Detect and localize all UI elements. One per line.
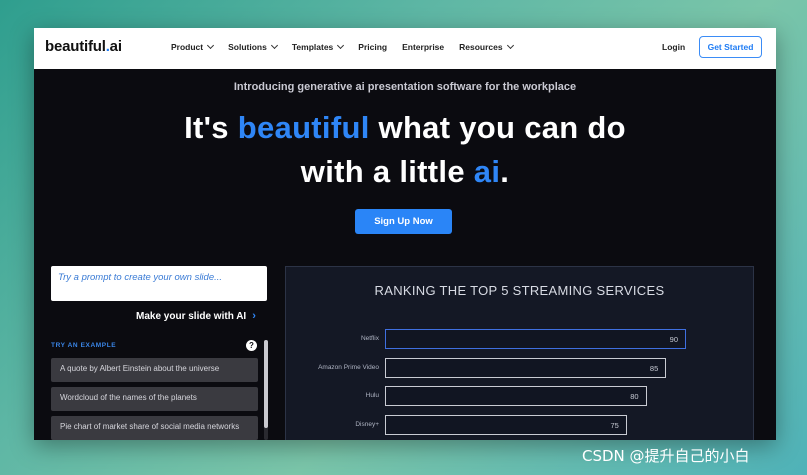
nav-item-pricing[interactable]: Pricing (358, 42, 387, 52)
bar: 90 (385, 329, 686, 349)
help-icon[interactable]: ? (246, 340, 257, 351)
slide-preview: RANKING THE TOP 5 STREAMING SERVICES Net… (285, 266, 754, 440)
hero-subtitle: Introducing generative ai presentation s… (233, 81, 577, 93)
bar: 75 (385, 414, 627, 435)
browser-window: beautiful.ai Product Solutions Templates… (34, 28, 776, 440)
example-item[interactable]: Wordcloud of the names of the planets (51, 387, 258, 411)
sign-up-button[interactable]: Sign Up Now (355, 209, 452, 234)
login-link[interactable]: Login (662, 42, 685, 52)
example-item[interactable]: Pie chart of market share of social medi… (51, 416, 258, 440)
prompt-placeholder: Try a prompt to create your own slide... (58, 272, 223, 283)
watermark: CSDN @提升自己的小白 (582, 447, 750, 465)
scrollbar-thumb[interactable] (264, 340, 268, 428)
chart-title: RANKING THE TOP 5 STREAMING SERVICES (374, 283, 665, 298)
chevron-down-icon (270, 41, 278, 50)
chevron-right-icon: › (252, 310, 256, 322)
nav-item-enterprise[interactable]: Enterprise (402, 42, 444, 52)
chevron-down-icon (506, 41, 514, 50)
bar-label: Disney+ (355, 420, 379, 428)
make-slide-button[interactable]: Make your slide with AI › (136, 310, 256, 322)
top-navbar: beautiful.ai Product Solutions Templates… (34, 28, 776, 69)
bar-label: Hulu (365, 392, 379, 399)
logo[interactable]: beautiful.ai (45, 38, 122, 55)
chevron-down-icon (337, 41, 345, 50)
get-started-button[interactable]: Get Started (699, 36, 762, 58)
chevron-down-icon (207, 41, 215, 50)
bar-value-label: 85 (649, 363, 659, 373)
bar-label: Amazon Prime Video (318, 363, 379, 371)
try-example-label: TRY AN EXAMPLE (51, 342, 117, 349)
bar-value-label: 90 (669, 335, 678, 344)
example-item[interactable]: A quote by Albert Einstein about the uni… (51, 358, 258, 382)
bar-value-label: 80 (630, 392, 639, 401)
bar-label: Netflix (360, 335, 379, 342)
bar: 85 (385, 357, 667, 378)
nav-item-product[interactable]: Product (171, 41, 215, 52)
hero-title: It's beautiful what you can do with a li… (184, 110, 626, 189)
nav-item-templates[interactable]: Templates (292, 41, 345, 52)
nav-item-resources[interactable]: Resources (459, 41, 514, 52)
nav-menu: Product Solutions Templates Pricing Ente… (171, 41, 528, 52)
bar: 80 (385, 386, 647, 406)
bar-value-label: 75 (610, 420, 619, 430)
nav-item-solutions[interactable]: Solutions (228, 41, 278, 52)
